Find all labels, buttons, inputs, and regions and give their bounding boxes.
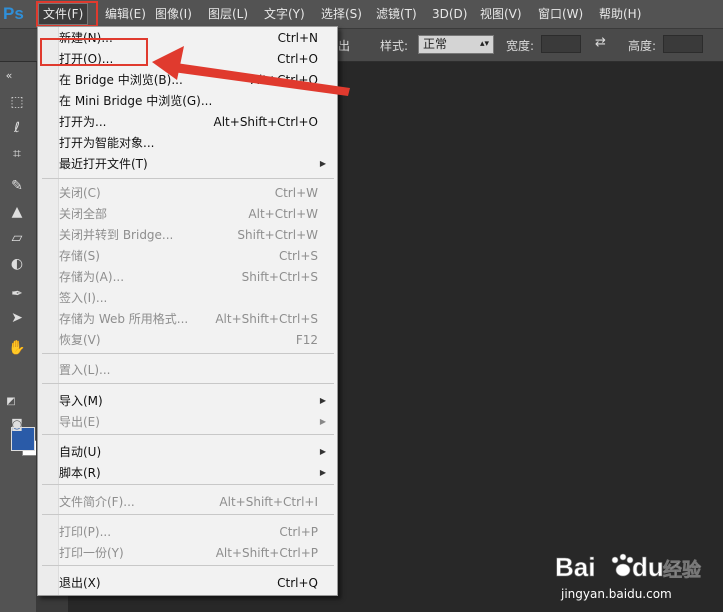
baidu-jingyan-watermark: Bai du 经验 jingyan.baidu.com — [553, 548, 713, 611]
brand-text-a: Bai — [555, 552, 595, 582]
brand-text-cn: 经验 — [663, 558, 702, 581]
baidu-paw-logo: Bai du 经验 jingyan.baidu.com — [555, 552, 703, 601]
annotation-arrow-icon — [152, 46, 350, 96]
arrow-head — [152, 46, 184, 80]
watermark-url: jingyan.baidu.com — [560, 587, 672, 601]
brand-text-b: du — [632, 552, 664, 582]
arrow-shaft — [173, 63, 350, 96]
